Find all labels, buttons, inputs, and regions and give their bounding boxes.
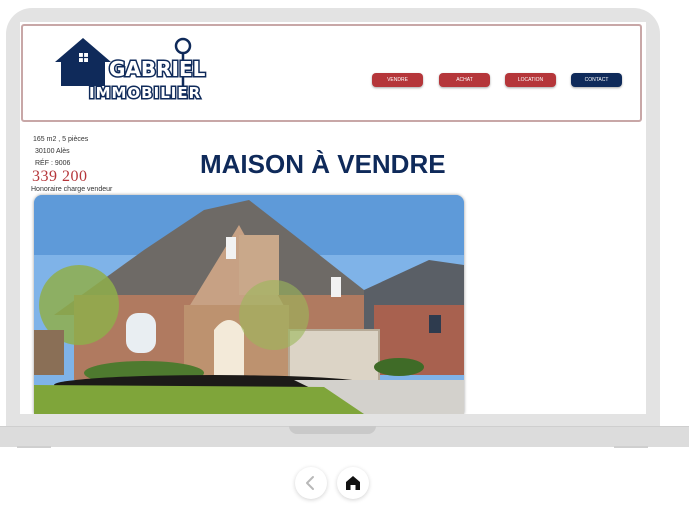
logo-line1: GABRIEL: [109, 57, 206, 81]
home-button[interactable]: [337, 467, 369, 499]
listing-location: 30100 Alès: [35, 148, 70, 155]
listing-surface-rooms: 165 m2 , 5 pièces: [33, 136, 89, 143]
page-title: MAISON À VENDRE: [200, 149, 446, 179]
nav-achat-button[interactable]: ACHAT: [439, 73, 490, 87]
key-icon: [174, 37, 192, 55]
listing-fees: Honoraire charge vendeur: [31, 186, 113, 193]
listing-reference: RÉF : 9006: [35, 160, 71, 167]
laptop-foot-left: [17, 446, 51, 448]
nav-vendre-button[interactable]: VENDRE: [372, 73, 423, 87]
chevron-left-icon: [306, 476, 314, 490]
nav-contact-button[interactable]: CONTACT: [571, 73, 622, 87]
property-photo[interactable]: [34, 195, 464, 414]
site-logo[interactable]: GABRIEL IMMOBILIER: [53, 34, 223, 104]
listing-price: 339 200: [32, 168, 88, 185]
site-header: GABRIEL IMMOBILIER VENDRE ACHAT LOCATION…: [21, 24, 642, 122]
laptop-notch: [289, 426, 376, 434]
laptop-foot-right: [614, 446, 648, 448]
home-icon: [346, 476, 360, 490]
nav-location-button[interactable]: LOCATION: [505, 73, 556, 87]
logo-line2: IMMOBILIER: [89, 84, 201, 102]
browser-viewport[interactable]: GABRIEL IMMOBILIER VENDRE ACHAT LOCATION…: [20, 22, 646, 414]
back-button[interactable]: [295, 467, 327, 499]
